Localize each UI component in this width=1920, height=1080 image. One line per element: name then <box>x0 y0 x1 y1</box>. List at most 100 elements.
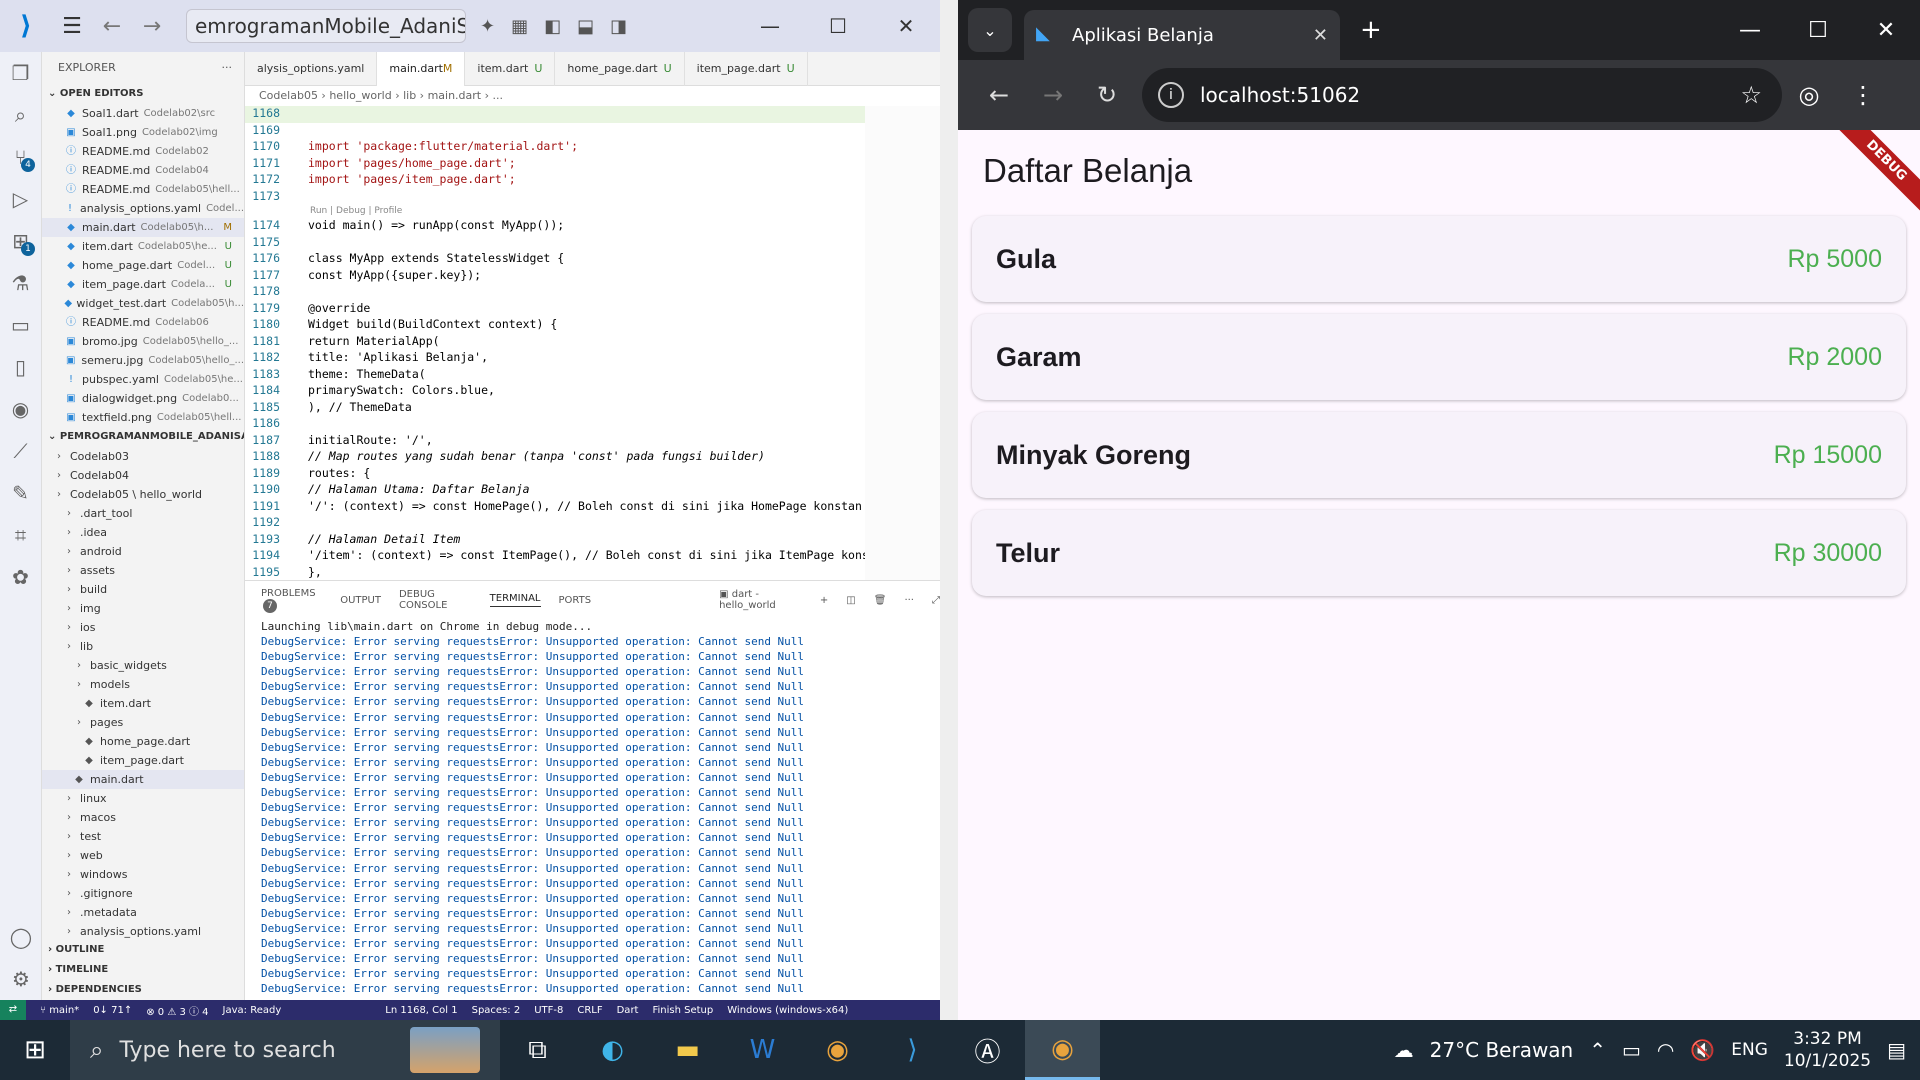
bookmark-star-icon[interactable]: ☆ <box>1740 81 1762 109</box>
account-icon[interactable]: ◯ <box>0 916 42 958</box>
wifi-icon[interactable]: ◠ <box>1657 1038 1674 1062</box>
battery-icon[interactable]: ▭ <box>1622 1038 1641 1062</box>
tree-item[interactable]: › macos <box>42 808 244 827</box>
tree-item[interactable]: › ios <box>42 618 244 637</box>
encoding[interactable]: UTF-8 <box>534 1005 563 1016</box>
run-debug-icon[interactable]: ▷ <box>0 178 41 220</box>
project-header[interactable]: ⌄ PEMROGRAMANMOBILE_ADANISALSA... <box>42 427 244 447</box>
editor-tab[interactable]: home_page.dart U <box>555 52 685 86</box>
open-editor-item[interactable]: ▣ Soal1.png Codelab02\img <box>42 123 244 142</box>
chrome-profile-icon[interactable]: ◉ <box>800 1020 875 1080</box>
chrome-menu-icon[interactable]: ⋮ <box>1836 81 1890 109</box>
open-editor-item[interactable]: ⓘ README.md Codelab02 <box>42 142 244 161</box>
chrome-taskbar-icon[interactable]: ◉ <box>1025 1020 1100 1080</box>
indentation[interactable]: Spaces: 2 <box>472 1005 521 1016</box>
tree-item[interactable]: ◆ main.dart <box>42 770 244 789</box>
open-editor-item[interactable]: ◆ widget_test.dart Codelab05\h... <box>42 294 244 313</box>
java-status[interactable]: Java: Ready <box>223 1005 282 1016</box>
editor-tab[interactable]: item_page.dart U <box>685 52 808 86</box>
tray-overflow-icon[interactable]: ⌃ <box>1589 1038 1606 1062</box>
open-editor-item[interactable]: ◆ Soal1.dart Codelab02\src <box>42 104 244 123</box>
tree-item[interactable]: › .metadata <box>42 903 244 922</box>
maximize-icon[interactable]: ☐ <box>804 14 872 38</box>
open-editor-item[interactable]: ◆ item.dart Codelab05\he... U <box>42 237 244 256</box>
maximize-panel-icon[interactable]: ⤢ <box>932 595 940 606</box>
windows-start-icon[interactable]: ⊞ <box>0 1020 70 1080</box>
search-highlight-image[interactable] <box>410 1027 480 1073</box>
tree-item[interactable]: › Codelab05 \ hello_world <box>42 485 244 504</box>
notifications-icon[interactable]: ▤ <box>1887 1038 1906 1062</box>
open-editors-header[interactable]: ⌄ OPEN EDITORS <box>42 84 244 104</box>
settings-gear-icon[interactable]: ⚙ <box>0 958 42 1000</box>
open-editor-item[interactable]: ◆ home_page.dart Codel... U <box>42 256 244 275</box>
testing-icon[interactable]: ⚗ <box>0 262 41 304</box>
volume-icon[interactable]: 🔇 <box>1690 1038 1715 1062</box>
github-icon[interactable]: ◉ <box>0 388 41 430</box>
open-editor-item[interactable]: ▣ textfield.png Codelab05\hell... <box>42 408 244 427</box>
tab-debug-console[interactable]: DEBUG CONSOLE <box>399 589 472 611</box>
open-editor-item[interactable]: ! analysis_options.yaml Codel... <box>42 199 244 218</box>
shopping-item-card[interactable]: Garam Rp 2000 <box>972 314 1906 400</box>
kill-terminal-icon[interactable]: 🗑 <box>874 595 887 606</box>
site-info-icon[interactable]: i <box>1158 82 1184 108</box>
tree-item[interactable]: › android <box>42 542 244 561</box>
tree-item[interactable]: › models <box>42 675 244 694</box>
word-icon[interactable]: W <box>725 1020 800 1080</box>
new-terminal-icon[interactable]: + <box>820 595 828 606</box>
device-selector[interactable]: Windows (windows-x64) <box>727 1005 848 1016</box>
tree-item[interactable]: › pages <box>42 713 244 732</box>
open-editor-item[interactable]: ▣ dialogwidget.png Codelab0... <box>42 389 244 408</box>
finish-setup[interactable]: Finish Setup <box>652 1005 713 1016</box>
tab-problems[interactable]: PROBLEMS 7 <box>261 588 322 613</box>
panel-more-icon[interactable]: ··· <box>904 595 914 606</box>
breadcrumb[interactable]: Codelab05 › hello_world › lib › main.dar… <box>245 86 940 106</box>
reload-icon[interactable]: ↻ <box>1080 81 1134 109</box>
tab-search-icon[interactable]: ⌄ <box>968 8 1012 52</box>
tab-output[interactable]: OUTPUT <box>340 595 381 606</box>
shopping-item-card[interactable]: Telur Rp 30000 <box>972 510 1906 596</box>
shopping-item-card[interactable]: Gula Rp 5000 <box>972 216 1906 302</box>
tree-item[interactable]: › .gitignore <box>42 884 244 903</box>
tree-item[interactable]: › basic_widgets <box>42 656 244 675</box>
chrome-maximize-icon[interactable]: ☐ <box>1784 18 1852 43</box>
source-control-icon[interactable]: ⑂ 4 <box>0 136 41 178</box>
tree-item[interactable]: › test <box>42 827 244 846</box>
minimize-icon[interactable]: — <box>736 14 804 38</box>
tree-item[interactable]: › build <box>42 580 244 599</box>
weather-text[interactable]: 27°C Berawan <box>1430 1038 1574 1062</box>
tree-item[interactable]: › .dart_tool <box>42 504 244 523</box>
toggle-panel-icon[interactable]: ⬓ <box>577 16 594 37</box>
close-icon[interactable]: ✕ <box>872 14 940 38</box>
tree-item[interactable]: › lib <box>42 637 244 656</box>
menu-icon[interactable]: ☰ <box>52 14 92 39</box>
language-mode[interactable]: Dart <box>617 1005 639 1016</box>
open-editor-item[interactable]: ⓘ README.md Codelab05\hell... <box>42 180 244 199</box>
edit-icon[interactable]: ✎ <box>0 472 41 514</box>
tree-item[interactable]: ◆ item_page.dart <box>42 751 244 770</box>
editor-tab[interactable]: main.dartM <box>377 52 466 86</box>
tree-item[interactable]: ◆ home_page.dart <box>42 732 244 751</box>
chrome-close-icon[interactable]: ✕ <box>1852 18 1920 43</box>
tree-item[interactable]: › web <box>42 846 244 865</box>
branch-status[interactable]: ⑂ main* <box>40 1005 79 1016</box>
more-actions-icon[interactable]: ··· <box>222 52 233 84</box>
forward-arrow-icon[interactable]: → <box>132 14 172 39</box>
extension-pack-icon[interactable]: ✿ <box>0 556 41 598</box>
split-terminal-icon[interactable]: ◫ <box>846 595 855 606</box>
chrome-minimize-icon[interactable]: — <box>1716 18 1784 43</box>
toggle-secondary-sidebar-icon[interactable]: ◨ <box>610 16 627 37</box>
eol[interactable]: CRLF <box>577 1005 602 1016</box>
terminal-shell-selector[interactable]: ▣ dart - hello_world <box>719 589 802 611</box>
command-center[interactable]: emrogramanMobile_AdaniSalsabila <box>186 9 466 43</box>
scan-icon[interactable]: ⌗ <box>0 514 41 556</box>
remote-icon[interactable]: ⇄ <box>0 1000 26 1020</box>
tree-item[interactable]: ◆ item.dart <box>42 694 244 713</box>
minimap[interactable] <box>865 106 940 580</box>
close-tab-icon[interactable]: ✕ <box>1313 25 1328 46</box>
open-editor-item[interactable]: ▣ bromo.jpg Codelab05\hello_... <box>42 332 244 351</box>
tree-item[interactable]: › .idea <box>42 523 244 542</box>
extensions-icon[interactable]: ⊞ 1 <box>0 220 41 262</box>
open-editor-item[interactable]: ◆ item_page.dart Codela... U <box>42 275 244 294</box>
explorer-icon[interactable]: ❐ <box>0 52 41 94</box>
open-editor-item[interactable]: ⓘ README.md Codelab06 <box>42 313 244 332</box>
